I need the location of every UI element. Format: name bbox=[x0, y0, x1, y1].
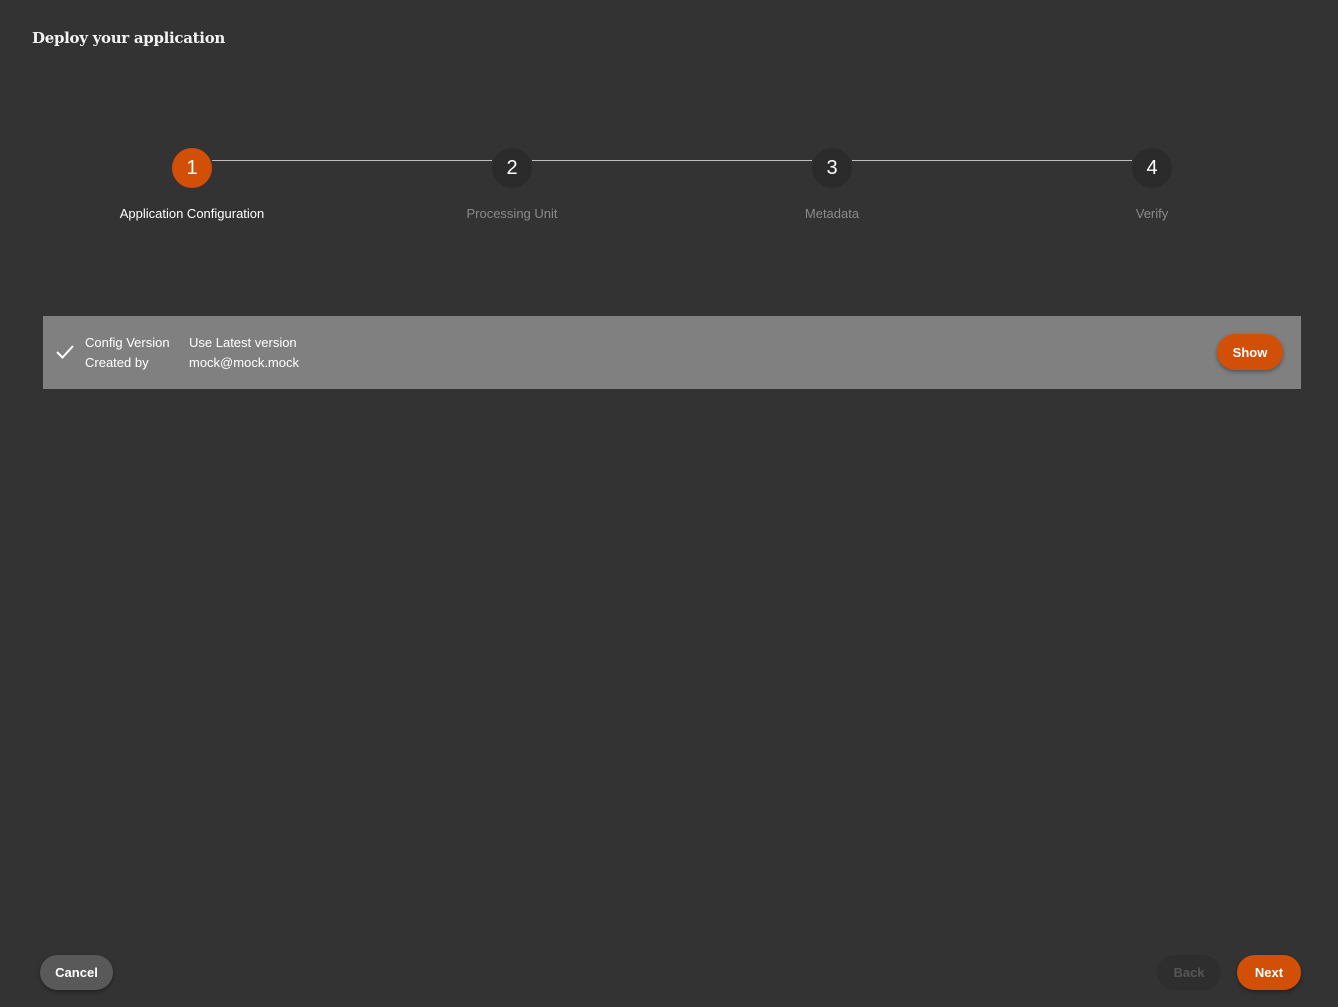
config-version-label: Config Version bbox=[85, 335, 170, 350]
back-button[interactable]: Back bbox=[1157, 955, 1221, 990]
step-label: Application Configuration bbox=[119, 206, 265, 221]
step-application-configuration[interactable]: 1 Application Configuration bbox=[92, 148, 292, 221]
config-version-value: Use Latest version bbox=[189, 335, 297, 350]
step-label: Metadata bbox=[804, 206, 860, 221]
step-number: 3 bbox=[812, 148, 852, 188]
config-version-row: Config Version Use Latest version bbox=[85, 335, 297, 350]
step-verify[interactable]: 4 Verify bbox=[1052, 148, 1252, 221]
created-by-value: mock@mock.mock bbox=[189, 355, 299, 370]
step-label: Verify bbox=[1135, 206, 1169, 221]
config-summary-bar: Config Version Use Latest version Created… bbox=[43, 316, 1301, 389]
stepper: 1 Application Configuration 2 Processing… bbox=[0, 148, 1338, 238]
step-number: 2 bbox=[492, 148, 532, 188]
created-by-row: Created by mock@mock.mock bbox=[85, 355, 299, 370]
step-metadata[interactable]: 3 Metadata bbox=[732, 148, 932, 221]
check-icon bbox=[56, 345, 74, 359]
step-number: 1 bbox=[172, 148, 212, 188]
show-button[interactable]: Show bbox=[1217, 334, 1283, 370]
page-title: Deploy your application bbox=[32, 29, 226, 47]
cancel-button[interactable]: Cancel bbox=[40, 955, 113, 990]
step-number: 4 bbox=[1132, 148, 1172, 188]
step-label: Processing Unit bbox=[466, 206, 558, 221]
next-button[interactable]: Next bbox=[1237, 955, 1301, 990]
step-processing-unit[interactable]: 2 Processing Unit bbox=[412, 148, 612, 221]
created-by-label: Created by bbox=[85, 355, 149, 370]
deploy-dialog: Deploy your application 1 Application Co… bbox=[0, 0, 1338, 1007]
